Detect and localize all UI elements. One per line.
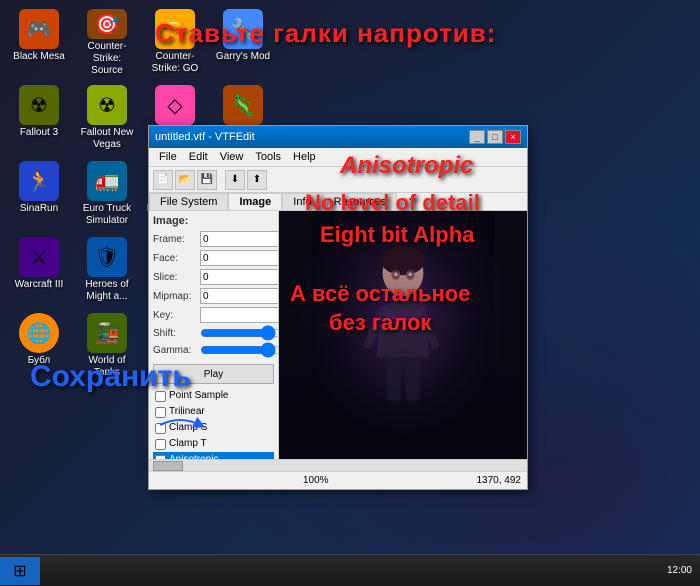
icon-label: Euro Truck Simulator	[77, 203, 137, 227]
cb-anisotropic[interactable]: Anisotropic	[153, 452, 274, 459]
close-button[interactable]: ×	[505, 130, 521, 144]
vtf-scrollbar-h[interactable]	[149, 459, 527, 471]
minimize-button[interactable]: _	[469, 130, 485, 144]
icon-label: SinaRun	[20, 203, 58, 215]
icon-label: Fallout New Vegas	[77, 127, 137, 151]
key-field-row: Key:	[153, 307, 274, 323]
mipmap-input[interactable]	[200, 288, 279, 304]
frame-label: Frame:	[153, 234, 198, 245]
icon-css[interactable]: 🎯 Counter-Strike: Source	[73, 5, 141, 81]
taskbar: ⊞ 12:00	[0, 554, 700, 586]
image-section-label: Image:	[153, 215, 274, 227]
start-button[interactable]: ⊞	[0, 557, 40, 585]
scrollbar-thumb[interactable]	[153, 461, 183, 471]
icon-label: Garry's Mod	[216, 51, 270, 63]
shift-label: Shift:	[153, 328, 198, 339]
save-arrow-icon	[155, 410, 205, 440]
menu-file[interactable]: File	[153, 149, 183, 165]
vtf-titlebar-buttons: _ □ ×	[469, 130, 521, 144]
mipmap-label: Mipmap:	[153, 291, 198, 302]
icon-sinarun[interactable]: 🏃 SinaRun	[5, 157, 73, 233]
tab-filesystem[interactable]: File System	[149, 193, 228, 210]
annotation-rest: А всё остальноебез галок	[290, 280, 470, 337]
icon-label: Counter-Strike: Source	[77, 41, 137, 77]
gamma-label: Gamma:	[153, 345, 198, 356]
gamma-slider[interactable]	[200, 343, 279, 357]
gamma-field-row: Gamma:	[153, 343, 274, 357]
icon-euro-truck[interactable]: 🚛 Euro Truck Simulator	[73, 157, 141, 233]
menu-tools[interactable]: Tools	[249, 149, 287, 165]
icon-warcraft3[interactable]: ⚔ Warcraft III	[5, 233, 73, 309]
annotation-save: Сохранить	[30, 360, 191, 394]
tab-image[interactable]: Image	[228, 193, 282, 210]
toolbar-new[interactable]: 📄	[153, 170, 173, 190]
vtf-title: untitled.vtf - VTFEdit	[155, 131, 255, 143]
toolbar-save[interactable]: 💾	[197, 170, 217, 190]
icon-label: Counter-Strike: GO	[145, 51, 205, 75]
status-coords: 1370, 492	[476, 475, 521, 486]
status-zoom: 100%	[303, 475, 329, 486]
icon-label: Heroes of Might a...	[77, 279, 137, 303]
menu-edit[interactable]: Edit	[183, 149, 214, 165]
toolbar-export[interactable]: ⬆	[247, 170, 267, 190]
face-field-row: Face: ▲▼	[153, 250, 274, 266]
frame-input[interactable]	[200, 231, 279, 247]
face-label: Face:	[153, 253, 198, 264]
icon-label: Warcraft III	[15, 279, 64, 291]
annotation-title: Ставьте галки напротив:	[155, 18, 496, 49]
mipmap-field-row: Mipmap: ▲▼	[153, 288, 274, 304]
icon-heroes[interactable]: 🛡 Heroes of Might a...	[73, 233, 141, 309]
annotation-eight-bit: Eight bit Alpha	[320, 222, 474, 248]
slice-field-row: Slice: ▲▼	[153, 269, 274, 285]
vtf-statusbar: 100% 1370, 492	[149, 471, 527, 489]
toolbar-import[interactable]: ⬇	[225, 170, 245, 190]
menu-view[interactable]: View	[214, 149, 250, 165]
slice-label: Slice:	[153, 272, 198, 283]
icon-fallout-nv[interactable]: ☢ Fallout New Vegas	[73, 81, 141, 157]
maximize-button[interactable]: □	[487, 130, 503, 144]
toolbar-open[interactable]: 📂	[175, 170, 195, 190]
icon-fallout3[interactable]: ☢ Fallout 3	[5, 81, 73, 157]
desktop: 🎮 Black Mesa 🎯 Counter-Strike: Source 🔫 …	[0, 0, 700, 586]
vtf-titlebar: untitled.vtf - VTFEdit _ □ ×	[149, 126, 527, 148]
frame-field-row: Frame: ▲▼	[153, 231, 274, 247]
icon-label: Fallout 3	[20, 127, 58, 139]
face-input[interactable]	[200, 250, 279, 266]
key-input[interactable]	[200, 307, 279, 323]
shift-field-row: Shift:	[153, 326, 274, 340]
key-label: Key:	[153, 310, 198, 321]
taskbar-clock: 12:00	[659, 565, 700, 576]
slice-input[interactable]	[200, 269, 279, 285]
annotation-anisotropic: Anisotropic	[340, 152, 473, 180]
icon-black-mesa[interactable]: 🎮 Black Mesa	[5, 5, 73, 81]
menu-help[interactable]: Help	[287, 149, 322, 165]
annotation-no-lod: No level of detail	[305, 190, 480, 216]
icon-label: Black Mesa	[13, 51, 65, 63]
shift-slider[interactable]	[200, 326, 279, 340]
